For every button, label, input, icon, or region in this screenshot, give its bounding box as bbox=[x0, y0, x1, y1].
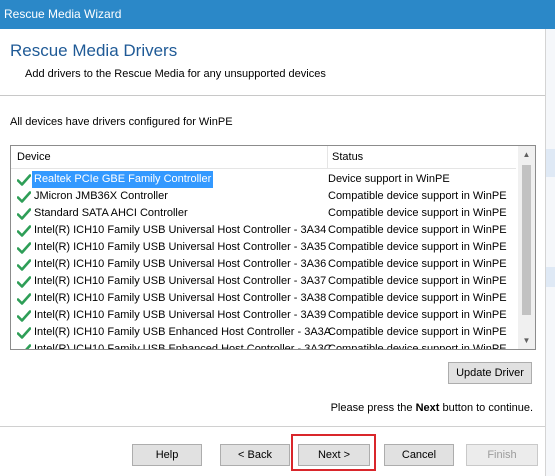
device-status: Compatible device support in WinPE bbox=[328, 241, 507, 253]
device-name: Intel(R) ICH10 Family USB Universal Host… bbox=[34, 275, 327, 287]
column-header-status[interactable]: Status bbox=[327, 146, 517, 168]
table-row[interactable]: Intel(R) ICH10 Family USB Enhanced Host … bbox=[11, 341, 516, 349]
devices-listview[interactable]: Device Status Realtek PCIe GBE Family Co… bbox=[10, 145, 536, 350]
check-icon bbox=[17, 225, 31, 237]
window-titlebar[interactable]: Rescue Media Wizard bbox=[0, 0, 555, 29]
device-name: Intel(R) ICH10 Family USB Universal Host… bbox=[34, 292, 327, 304]
table-row[interactable]: Intel(R) ICH10 Family USB Universal Host… bbox=[11, 290, 516, 307]
device-name: Intel(R) ICH10 Family USB Universal Host… bbox=[34, 309, 327, 321]
table-row[interactable]: Intel(R) ICH10 Family USB Universal Host… bbox=[11, 256, 516, 273]
help-button[interactable]: Help bbox=[132, 444, 202, 466]
table-row[interactable]: Intel(R) ICH10 Family USB Universal Host… bbox=[11, 239, 516, 256]
column-header-device[interactable]: Device bbox=[17, 146, 322, 168]
check-icon bbox=[25, 344, 31, 349]
check-icon bbox=[17, 174, 31, 186]
check-icon bbox=[17, 191, 31, 203]
device-status: Compatible device support in WinPE bbox=[328, 275, 507, 287]
cancel-button[interactable]: Cancel bbox=[384, 444, 454, 466]
next-button[interactable]: Next > bbox=[298, 444, 370, 466]
scroll-thumb[interactable] bbox=[522, 165, 531, 315]
device-name: Realtek PCIe GBE Family Controller bbox=[32, 171, 214, 188]
continue-hint: Please press the Next button to continue… bbox=[330, 402, 533, 414]
device-status: Compatible device support in WinPE bbox=[328, 207, 507, 219]
table-row[interactable]: Standard SATA AHCI Controller Compatible … bbox=[11, 205, 516, 222]
scroll-down-arrow-icon[interactable]: ▼ bbox=[518, 332, 535, 349]
check-icon bbox=[17, 276, 31, 288]
window-title: Rescue Media Wizard bbox=[4, 7, 122, 21]
device-name: Intel(R) ICH10 Family USB Universal Host… bbox=[34, 241, 327, 253]
device-status: Compatible device support in WinPE bbox=[328, 309, 507, 321]
device-status: Device support in WinPE bbox=[328, 173, 450, 185]
device-status: Compatible device support in WinPE bbox=[328, 292, 507, 304]
check-icon bbox=[17, 293, 31, 305]
device-status: Compatible device support in WinPE bbox=[328, 343, 507, 349]
device-status: Compatible device support in WinPE bbox=[328, 258, 507, 270]
check-icon bbox=[17, 208, 31, 220]
update-driver-button[interactable]: Update Driver bbox=[448, 362, 532, 384]
device-name: Intel(R) ICH10 Family USB Universal Host… bbox=[34, 258, 327, 270]
device-name: Intel(R) ICH10 Family USB Universal Host… bbox=[34, 224, 327, 236]
device-rows: Realtek PCIe GBE Family Controller Device… bbox=[11, 171, 516, 349]
device-name: Intel(R) ICH10 Family USB Enhanced Host … bbox=[34, 343, 332, 349]
back-button[interactable]: < Back bbox=[220, 444, 290, 466]
device-status: Compatible device support in WinPE bbox=[328, 224, 507, 236]
check-icon bbox=[17, 242, 31, 254]
background-window-edge bbox=[545, 29, 555, 476]
check-icon bbox=[17, 310, 31, 322]
finish-button[interactable]: Finish bbox=[466, 444, 538, 466]
header-divider bbox=[0, 95, 545, 96]
table-row[interactable]: Intel(R) ICH10 Family USB Enhanced Host … bbox=[11, 324, 516, 341]
scroll-up-arrow-icon[interactable]: ▲ bbox=[518, 146, 535, 163]
table-row[interactable]: Intel(R) ICH10 Family USB Universal Host… bbox=[11, 307, 516, 324]
table-row[interactable]: Intel(R) ICH10 Family USB Universal Host… bbox=[11, 273, 516, 290]
device-status: Compatible device support in WinPE bbox=[328, 190, 507, 202]
table-row[interactable]: JMicron JMB36X Controller Compatible devi… bbox=[11, 188, 516, 205]
table-row[interactable]: Realtek PCIe GBE Family Controller Device… bbox=[11, 171, 516, 188]
page-title: Rescue Media Drivers bbox=[10, 41, 178, 60]
drivers-info-text: All devices have drivers configured for … bbox=[10, 116, 233, 128]
footer-divider bbox=[0, 426, 545, 427]
page-subtitle: Add drivers to the Rescue Media for any … bbox=[25, 68, 326, 80]
device-name: Intel(R) ICH10 Family USB Enhanced Host … bbox=[34, 326, 332, 338]
device-name: Standard SATA AHCI Controller bbox=[34, 207, 188, 219]
listview-scrollbar[interactable]: ▲ ▼ bbox=[518, 146, 535, 349]
check-icon bbox=[17, 259, 31, 271]
check-icon bbox=[17, 327, 31, 339]
listview-header: Device Status bbox=[11, 146, 516, 169]
device-status: Compatible device support in WinPE bbox=[328, 326, 507, 338]
device-name: JMicron JMB36X Controller bbox=[34, 190, 168, 202]
table-row[interactable]: Intel(R) ICH10 Family USB Universal Host… bbox=[11, 222, 516, 239]
